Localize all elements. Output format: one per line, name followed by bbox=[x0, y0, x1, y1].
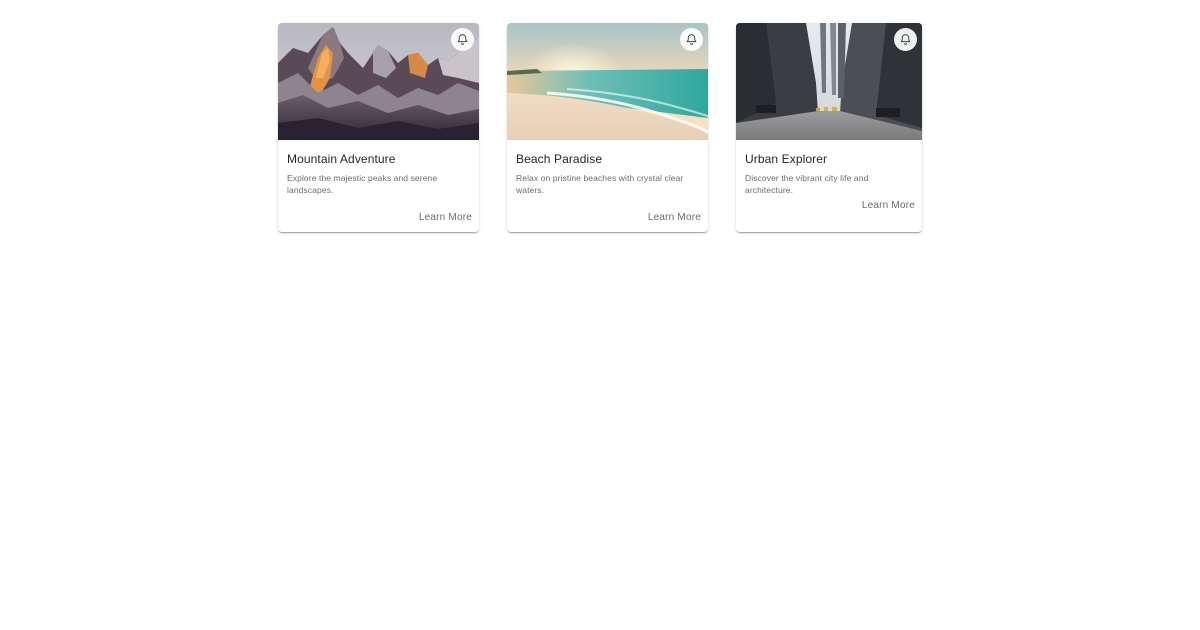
card-title: Urban Explorer bbox=[745, 152, 828, 166]
card-title: Beach Paradise bbox=[516, 152, 603, 166]
card-mountain-adventure: Mountain Adventure Explore the majestic … bbox=[278, 23, 479, 232]
card-image-beach bbox=[507, 23, 708, 140]
card-description: Explore the majestic peaks and serene la… bbox=[287, 173, 438, 195]
learn-more-button[interactable]: Learn More bbox=[419, 212, 472, 223]
notify-button[interactable] bbox=[680, 28, 703, 51]
card-description: Discover the vibrant city life and archi… bbox=[745, 173, 869, 195]
card-description: Relax on pristine beaches with crystal c… bbox=[516, 173, 684, 195]
card-beach-paradise: Beach Paradise Relax on pristine beaches… bbox=[507, 23, 708, 232]
bell-icon bbox=[686, 34, 697, 45]
learn-more-button[interactable]: Learn More bbox=[648, 212, 701, 223]
card-content: Urban Explorer Discover the vibrant city… bbox=[736, 140, 922, 196]
bell-icon bbox=[457, 34, 468, 45]
card-content: Beach Paradise Relax on pristine beaches… bbox=[507, 140, 708, 196]
card-image-city bbox=[736, 23, 922, 140]
bell-icon bbox=[900, 34, 911, 45]
card-urban-explorer: Urban Explorer Discover the vibrant city… bbox=[736, 23, 922, 232]
card-grid: Mountain Adventure Explore the majestic … bbox=[278, 23, 922, 233]
card-image-mountain bbox=[278, 23, 479, 140]
notify-button[interactable] bbox=[894, 28, 917, 51]
notify-button[interactable] bbox=[451, 28, 474, 51]
learn-more-button[interactable]: Learn More bbox=[862, 200, 915, 211]
beach-image bbox=[507, 23, 708, 140]
card-content: Mountain Adventure Explore the majestic … bbox=[278, 140, 479, 196]
mountain-image bbox=[278, 23, 479, 140]
card-title: Mountain Adventure bbox=[287, 152, 396, 166]
